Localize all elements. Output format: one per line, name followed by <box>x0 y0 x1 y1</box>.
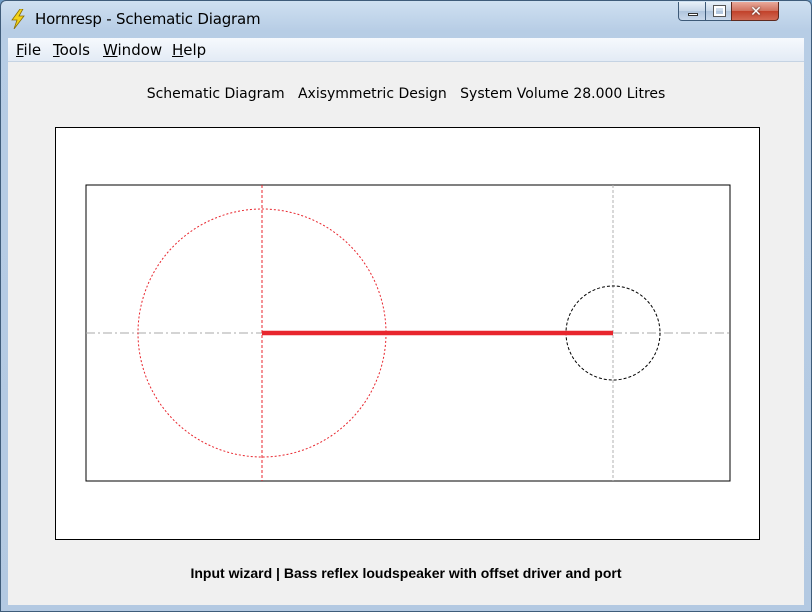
minimize-icon <box>688 13 698 16</box>
lightning-bolt-icon <box>11 9 25 29</box>
app-window: Hornresp - Schematic Diagram ✕ File Tool… <box>0 0 812 612</box>
status-description: Input wizard | Bass reflex loudspeaker w… <box>190 565 622 581</box>
maximize-button[interactable] <box>705 2 732 21</box>
menu-help[interactable]: Help <box>172 41 206 59</box>
diagram-header: Schematic Diagram Axisymmetric Design Sy… <box>146 86 666 102</box>
menu-tools[interactable]: Tools <box>53 41 90 59</box>
menu-file[interactable]: File <box>16 41 41 59</box>
title-bar[interactable]: Hornresp - Schematic Diagram ✕ <box>1 1 811 37</box>
diagram-frame <box>55 127 760 540</box>
schematic-canvas <box>85 184 731 482</box>
menu-bar: File Tools Window Help <box>8 38 804 62</box>
close-icon: ✕ <box>750 3 762 19</box>
close-button[interactable]: ✕ <box>731 2 779 21</box>
window-title: Hornresp - Schematic Diagram <box>35 10 261 28</box>
menu-window[interactable]: Window <box>103 41 162 59</box>
minimize-button[interactable] <box>678 2 706 21</box>
client-area: Schematic Diagram Axisymmetric Design Sy… <box>8 62 804 605</box>
maximize-icon <box>713 5 726 17</box>
